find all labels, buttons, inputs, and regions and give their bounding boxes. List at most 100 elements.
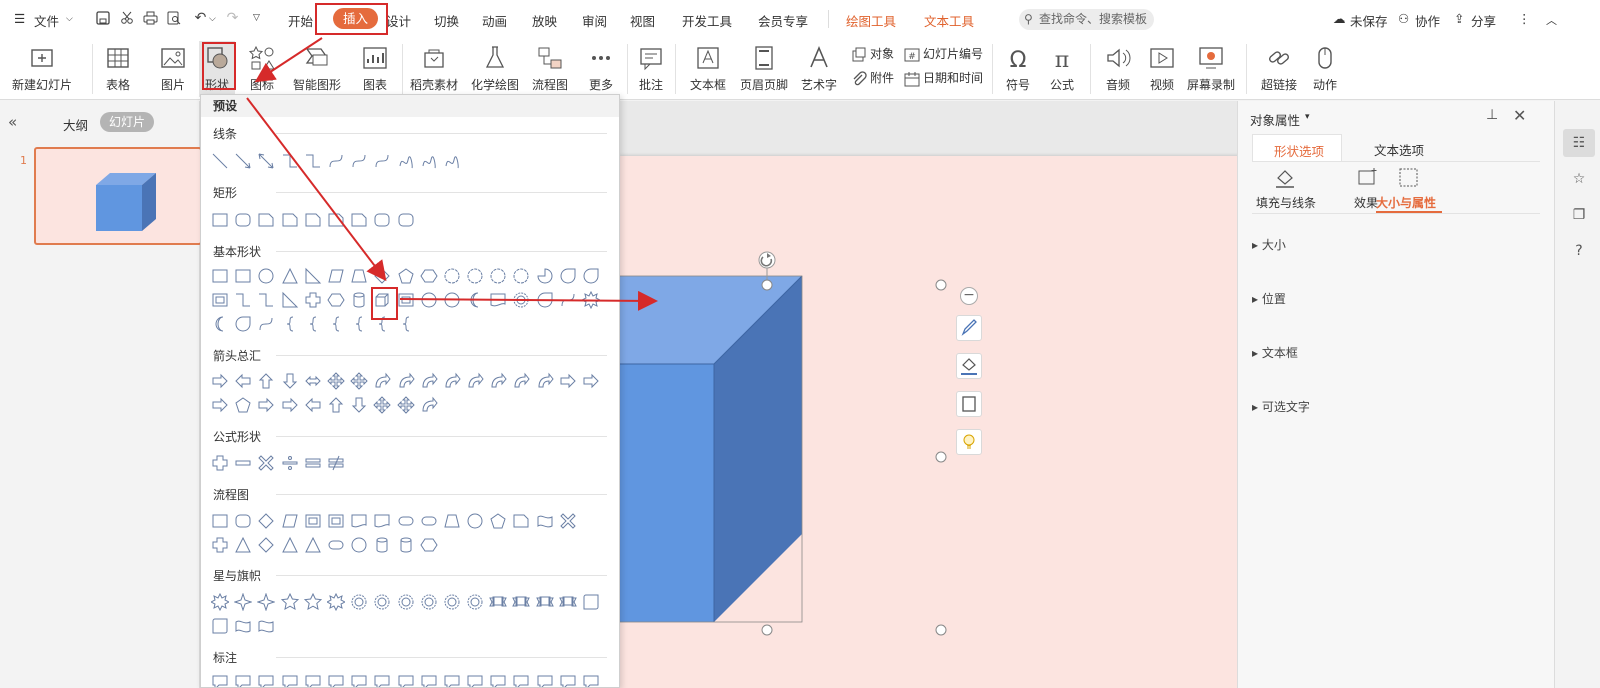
slide-number-button[interactable]: # 幻灯片编号 xyxy=(904,45,983,65)
save-icon[interactable] xyxy=(95,11,110,26)
shape-ribbon-icon[interactable] xyxy=(559,593,577,611)
shape-curvedR-icon[interactable] xyxy=(397,372,415,390)
unsaved-status[interactable]: 未保存 xyxy=(1350,11,1388,30)
shape-elbow-icon[interactable] xyxy=(281,152,299,170)
shape-frame-icon[interactable] xyxy=(327,512,345,530)
shape-callout-icon[interactable] xyxy=(234,673,252,688)
shape-scribble-icon[interactable] xyxy=(397,152,415,170)
shape-seal-icon[interactable] xyxy=(373,593,391,611)
shape-circle-icon[interactable] xyxy=(257,267,275,285)
shape-wave-icon[interactable] xyxy=(536,512,554,530)
chevron-down-icon[interactable]: ⌵ xyxy=(66,14,73,24)
shape-seal-icon[interactable] xyxy=(397,593,415,611)
shape-rect-icon[interactable] xyxy=(234,267,252,285)
shape-tri-icon[interactable] xyxy=(281,267,299,285)
collapse-ribbon-icon[interactable]: ︿ xyxy=(1546,12,1557,28)
comment-button[interactable]: 批注 xyxy=(634,41,668,97)
shape-tri-icon[interactable] xyxy=(281,536,299,554)
redo-icon[interactable]: ↷ xyxy=(225,11,240,26)
print-preview-icon[interactable] xyxy=(167,11,182,26)
shape-scribble-icon[interactable] xyxy=(443,152,461,170)
star-shape-row[interactable] xyxy=(211,593,605,611)
shape-neq-icon[interactable] xyxy=(327,454,345,472)
audio-button[interactable]: 音频 xyxy=(1098,41,1138,97)
shape-callout-icon[interactable] xyxy=(443,673,461,688)
shape-arrowR-icon[interactable] xyxy=(559,372,577,390)
shape-callout-icon[interactable] xyxy=(489,673,507,688)
shape-curvedR-icon[interactable] xyxy=(466,372,484,390)
shape-arrowR-icon[interactable] xyxy=(211,396,229,414)
section-size[interactable]: ▸ 大小 xyxy=(1252,236,1286,253)
float-style-button[interactable] xyxy=(956,315,982,341)
shape-terminator-icon[interactable] xyxy=(327,536,345,554)
collab-button[interactable]: 协作 xyxy=(1415,11,1440,30)
undo-dropdown-icon[interactable]: ⌵ xyxy=(209,14,216,24)
star-icon[interactable]: ☆ xyxy=(1563,165,1595,193)
shape-curvedR-icon[interactable] xyxy=(536,372,554,390)
shape-scroll-icon[interactable] xyxy=(582,593,600,611)
shape-tri-icon[interactable] xyxy=(304,536,322,554)
shape-doc-icon[interactable] xyxy=(489,291,507,309)
shape-arrowD-icon[interactable] xyxy=(281,372,299,390)
lines-shape-row[interactable] xyxy=(211,152,466,170)
shape-circle-icon[interactable] xyxy=(466,512,484,530)
shape-doc-icon[interactable] xyxy=(373,512,391,530)
section-alt-text[interactable]: ▸ 可选文字 xyxy=(1252,398,1310,415)
shape-frame-icon[interactable] xyxy=(397,291,415,309)
shape-divide-icon[interactable] xyxy=(281,454,299,472)
shape-rect-icon[interactable] xyxy=(211,512,229,530)
shape-tear-icon[interactable] xyxy=(536,291,554,309)
subtab-size-props[interactable]: 大小与属性 xyxy=(1376,167,1442,213)
hyperlink-button[interactable]: 超链接 xyxy=(1254,41,1304,97)
shape-rrect-icon[interactable] xyxy=(397,211,415,229)
shape-seal-icon[interactable] xyxy=(420,593,438,611)
shape-ribbon-icon[interactable] xyxy=(512,593,531,611)
shape-callout-icon[interactable] xyxy=(582,673,600,688)
shape-callout-icon[interactable] xyxy=(257,673,275,688)
shape-hexa-icon[interactable] xyxy=(420,536,438,554)
header-footer-button[interactable]: 页眉页脚 xyxy=(738,41,790,97)
shape-num-icon[interactable] xyxy=(466,267,484,285)
shape-star4-icon[interactable] xyxy=(234,593,253,611)
share-button[interactable]: 分享 xyxy=(1471,11,1496,30)
tab-review[interactable]: 审阅 xyxy=(582,11,607,30)
float-fill-button[interactable] xyxy=(956,353,982,379)
shape-rrect-icon[interactable] xyxy=(234,512,252,530)
shape-star5-icon[interactable] xyxy=(280,593,299,611)
shape-brace-icon[interactable] xyxy=(304,315,322,333)
wordart-button[interactable]: 艺术字 xyxy=(796,41,842,97)
shape-plus-icon[interactable] xyxy=(211,536,229,554)
shape-arrowline-icon[interactable] xyxy=(234,152,252,170)
textbox-button[interactable]: 文本框 xyxy=(683,41,733,97)
shape-plus-icon[interactable] xyxy=(211,454,229,472)
shape-curvedR-icon[interactable] xyxy=(443,372,461,390)
help-icon[interactable]: ? xyxy=(1563,237,1595,265)
more-button[interactable]: 更多 xyxy=(583,41,619,97)
shape-ribbon-icon[interactable] xyxy=(489,593,508,611)
shape-callout-icon[interactable] xyxy=(304,673,322,688)
chem-button[interactable]: 化学绘图 xyxy=(469,41,521,97)
shape-rtri-icon[interactable] xyxy=(304,267,322,285)
float-outline-button[interactable] xyxy=(956,391,982,417)
shape-seal-icon[interactable] xyxy=(350,593,368,611)
shape-arrowR-icon[interactable] xyxy=(281,396,299,414)
shape-rrect-icon[interactable] xyxy=(373,211,391,229)
shape-star4-icon[interactable] xyxy=(257,593,276,611)
shape-star5-icon[interactable] xyxy=(303,593,322,611)
arrow-shape-row[interactable] xyxy=(211,396,443,414)
shape-pie-icon[interactable] xyxy=(536,267,554,285)
tab-view[interactable]: 视图 xyxy=(630,11,655,30)
flowchart-shape-row[interactable] xyxy=(211,536,443,554)
shape-callout-icon[interactable] xyxy=(466,673,484,688)
shape-brace-icon[interactable] xyxy=(327,315,345,333)
shape-diamond-icon[interactable] xyxy=(257,512,275,530)
shape-para-icon[interactable] xyxy=(327,267,345,285)
shape-callout-icon[interactable] xyxy=(281,673,299,688)
shape-burst-icon[interactable] xyxy=(211,593,229,611)
shape-can-icon[interactable] xyxy=(397,536,415,554)
shape-line-icon[interactable] xyxy=(211,152,229,170)
shape-cross4-icon[interactable] xyxy=(327,372,345,390)
tab-member[interactable]: 会员专享 xyxy=(758,11,808,30)
shape-can-icon[interactable] xyxy=(373,536,391,554)
object-button[interactable]: 对象 xyxy=(851,45,894,65)
